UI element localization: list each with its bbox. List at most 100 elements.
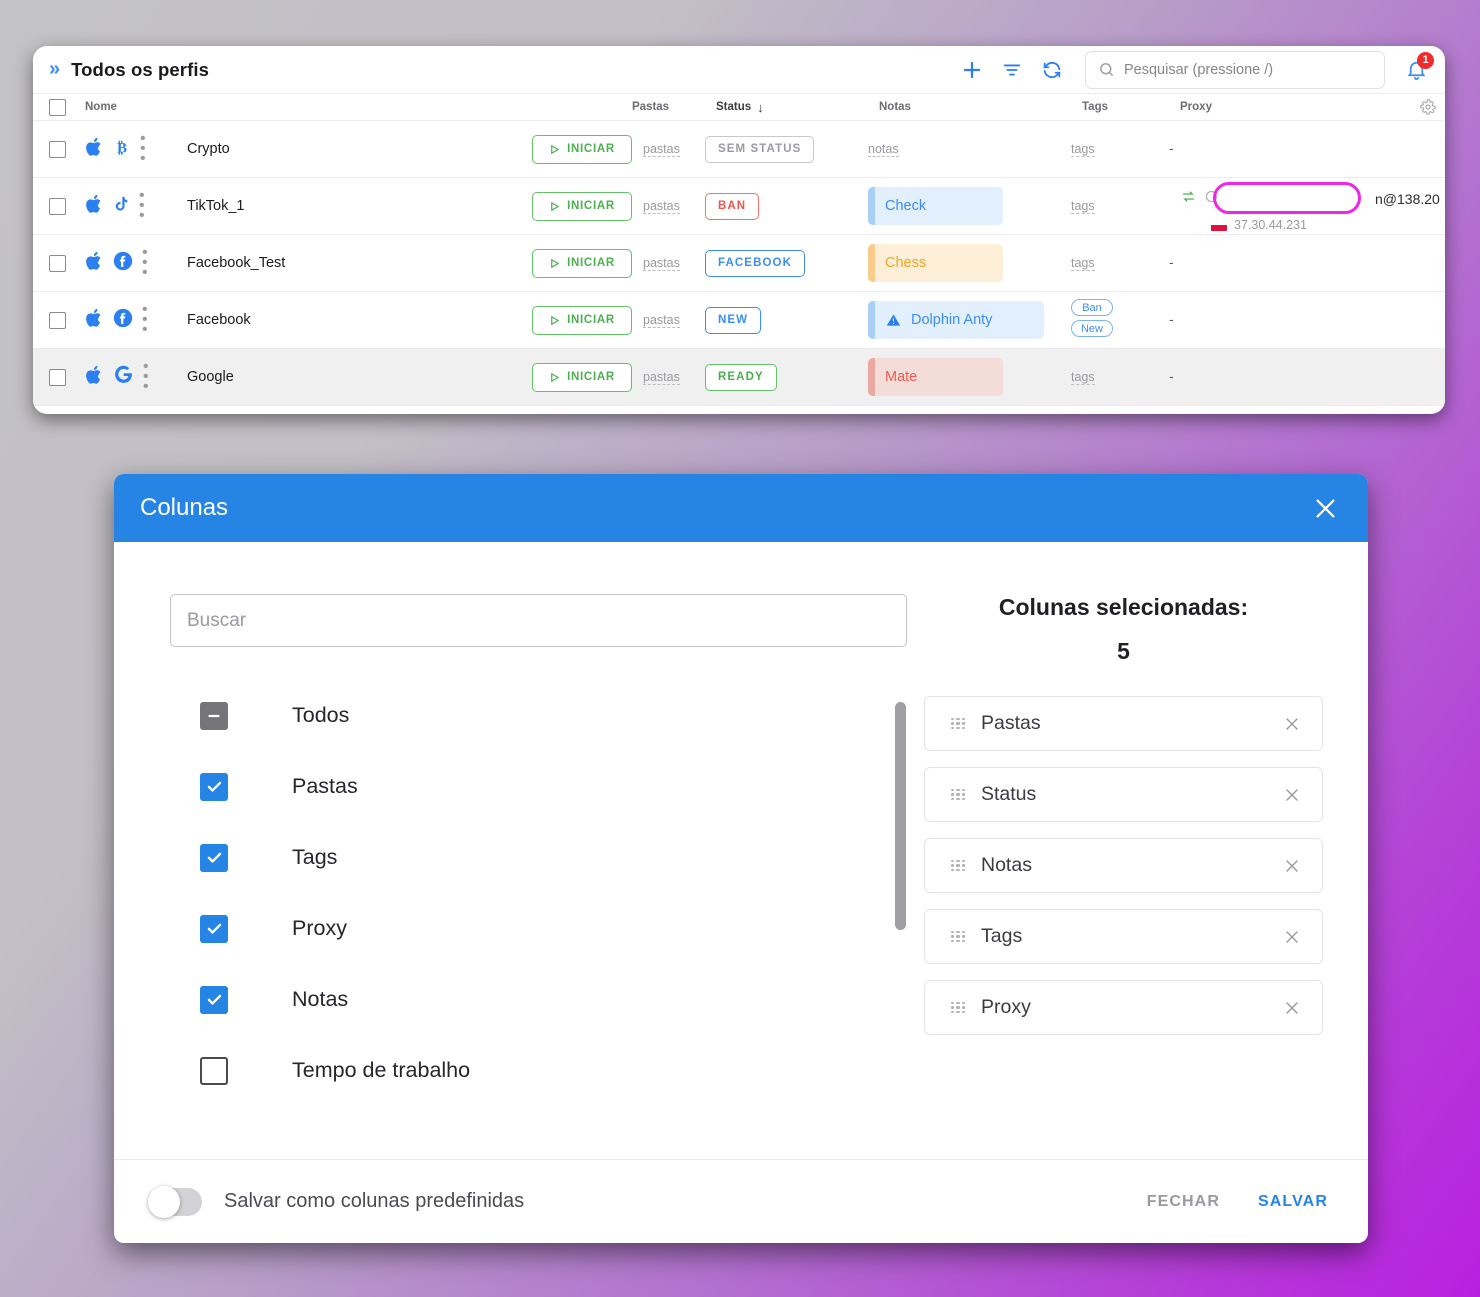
selected-column-item[interactable]: Tags	[924, 909, 1323, 964]
start-button[interactable]: INICIAR	[532, 305, 632, 335]
notas-badge[interactable]: Check	[868, 187, 1003, 225]
proxy-value[interactable]: -	[1169, 311, 1174, 327]
column-header-name[interactable]: Nome	[85, 101, 632, 113]
pastas-link[interactable]: pastas	[643, 313, 680, 328]
selected-column-item[interactable]: Status	[924, 767, 1323, 822]
column-header-tags[interactable]: Tags	[1082, 101, 1180, 113]
tags-link[interactable]: tags	[1071, 256, 1095, 271]
drag-handle-icon[interactable]	[951, 931, 965, 942]
proxy-cell[interactable]: n@138.20 37.30.44.231	[1169, 178, 1445, 234]
status-badge[interactable]: SEM STATUS	[705, 135, 815, 163]
start-button-label: INICIAR	[567, 371, 615, 383]
proxy-value[interactable]: -	[1169, 140, 1174, 156]
selected-column-item[interactable]: Proxy	[924, 980, 1323, 1035]
sort-desc-icon[interactable]: ↓	[757, 100, 764, 115]
search-input[interactable]: Pesquisar (pressione /)	[1085, 50, 1385, 89]
status-badge[interactable]: BAN	[705, 192, 760, 220]
close-button[interactable]: FECHAR	[1147, 1193, 1220, 1211]
selected-column-item[interactable]: Pastas	[924, 696, 1323, 751]
proxy-value[interactable]: -	[1169, 254, 1174, 270]
start-button[interactable]: INICIAR	[532, 362, 632, 392]
close-icon[interactable]	[1308, 491, 1342, 525]
select-all-checkbox[interactable]	[49, 98, 85, 116]
row-menu-icon[interactable]: • • •	[143, 359, 149, 395]
pastas-link[interactable]: pastas	[643, 256, 680, 271]
remove-column-icon[interactable]	[1282, 927, 1302, 947]
notas-badge[interactable]: Dolphin Anty	[868, 301, 1044, 339]
table-row[interactable]: • • • Facebook INICIAR pastas NEW Dolphin …	[33, 292, 1445, 349]
option-todos[interactable]: Todos	[170, 680, 924, 751]
proxy-value[interactable]: n@138.20	[1375, 191, 1440, 207]
tag-pill[interactable]: Ban	[1071, 299, 1113, 316]
tags-link[interactable]: tags	[1071, 199, 1095, 214]
tags-link[interactable]: tags	[1071, 370, 1095, 385]
remove-column-icon[interactable]	[1282, 998, 1302, 1018]
checkbox-checked-icon[interactable]	[200, 914, 228, 943]
notas-link[interactable]: notas	[868, 142, 899, 157]
checkbox-checked-icon[interactable]	[200, 985, 228, 1014]
start-button-label: INICIAR	[567, 143, 615, 155]
option-pastas[interactable]: Pastas	[170, 751, 924, 822]
status-badge[interactable]: FACEBOOK	[705, 249, 805, 277]
options-scrollbar[interactable]	[895, 702, 906, 930]
expand-sidebar-icon[interactable]: »	[49, 58, 60, 81]
checkbox-indeterminate-icon[interactable]	[200, 701, 228, 730]
checkbox-unchecked-icon[interactable]	[200, 1056, 228, 1085]
notas-badge[interactable]: Chess	[868, 244, 1003, 282]
option-proxy[interactable]: Proxy	[170, 893, 924, 964]
pastas-link[interactable]: pastas	[643, 142, 680, 157]
table-row[interactable]: • • • Facebook_Test INICIAR pastas FACEBOO…	[33, 235, 1445, 292]
column-header-proxy[interactable]: Proxy	[1180, 101, 1411, 113]
table-row[interactable]: • • • Google INICIAR pastas READY Mate tag…	[33, 349, 1445, 406]
row-menu-icon[interactable]: • • •	[140, 131, 146, 167]
status-badge[interactable]: READY	[705, 363, 777, 391]
row-checkbox[interactable]	[49, 140, 85, 158]
start-button[interactable]: INICIAR	[532, 134, 632, 164]
column-header-status[interactable]: Status ↓	[716, 100, 879, 115]
pastas-link[interactable]: pastas	[643, 199, 680, 214]
tag-pill[interactable]: New	[1071, 320, 1113, 337]
checkbox-checked-icon[interactable]	[200, 772, 228, 801]
proxy-refresh-icon[interactable]	[1204, 189, 1219, 209]
pastas-link[interactable]: pastas	[643, 370, 680, 385]
row-menu-icon[interactable]: • • •	[139, 188, 145, 224]
start-button[interactable]: INICIAR	[532, 191, 632, 221]
selected-column-item[interactable]: Notas	[924, 838, 1323, 893]
notifications-button[interactable]: 1	[1401, 51, 1434, 87]
remove-column-icon[interactable]	[1282, 785, 1302, 805]
tags-link[interactable]: tags	[1071, 142, 1095, 157]
row-checkbox[interactable]	[49, 197, 85, 215]
column-header-pastas[interactable]: Pastas	[632, 101, 716, 113]
table-row[interactable]: ₿ • • • Crypto INICIAR pastas SEM STATUS n…	[33, 121, 1445, 178]
add-icon[interactable]	[955, 53, 989, 87]
refresh-icon[interactable]	[1035, 53, 1069, 87]
row-menu-icon[interactable]: • • •	[142, 245, 148, 281]
status-badge[interactable]: NEW	[705, 306, 762, 334]
columns-search-input[interactable]: Buscar	[170, 594, 907, 647]
save-button[interactable]: SALVAR	[1258, 1193, 1328, 1211]
remove-column-icon[interactable]	[1282, 714, 1302, 734]
checkbox-checked-icon[interactable]	[200, 843, 228, 872]
proxy-swap-icon[interactable]	[1181, 189, 1196, 209]
drag-handle-icon[interactable]	[951, 789, 965, 800]
save-as-preset-toggle[interactable]	[148, 1185, 202, 1218]
proxy-value[interactable]: -	[1169, 368, 1174, 384]
option-tags[interactable]: Tags	[170, 822, 924, 893]
notas-badge[interactable]: Mate	[868, 358, 1003, 396]
drag-handle-icon[interactable]	[951, 718, 965, 729]
row-menu-icon[interactable]: • • •	[142, 302, 148, 338]
column-header-notas[interactable]: Notas	[879, 101, 1082, 113]
gear-icon[interactable]	[1411, 99, 1445, 115]
filter-icon[interactable]	[995, 53, 1029, 87]
row-checkbox[interactable]	[49, 254, 85, 272]
option-tempo-de-trabalho[interactable]: Tempo de trabalho	[170, 1035, 924, 1106]
table-row[interactable]: • • • TikTok_1 INICIAR pastas BAN Check ta…	[33, 178, 1445, 235]
option-notas[interactable]: Notas	[170, 964, 924, 1035]
remove-column-icon[interactable]	[1282, 856, 1302, 876]
drag-handle-icon[interactable]	[951, 1002, 965, 1013]
row-checkbox[interactable]	[49, 311, 85, 329]
drag-handle-icon[interactable]	[951, 860, 965, 871]
selected-columns-pane: Colunas selecionadas: 5 Pastas Status No…	[924, 594, 1368, 1159]
start-button[interactable]: INICIAR	[532, 248, 632, 278]
row-checkbox[interactable]	[49, 368, 85, 386]
